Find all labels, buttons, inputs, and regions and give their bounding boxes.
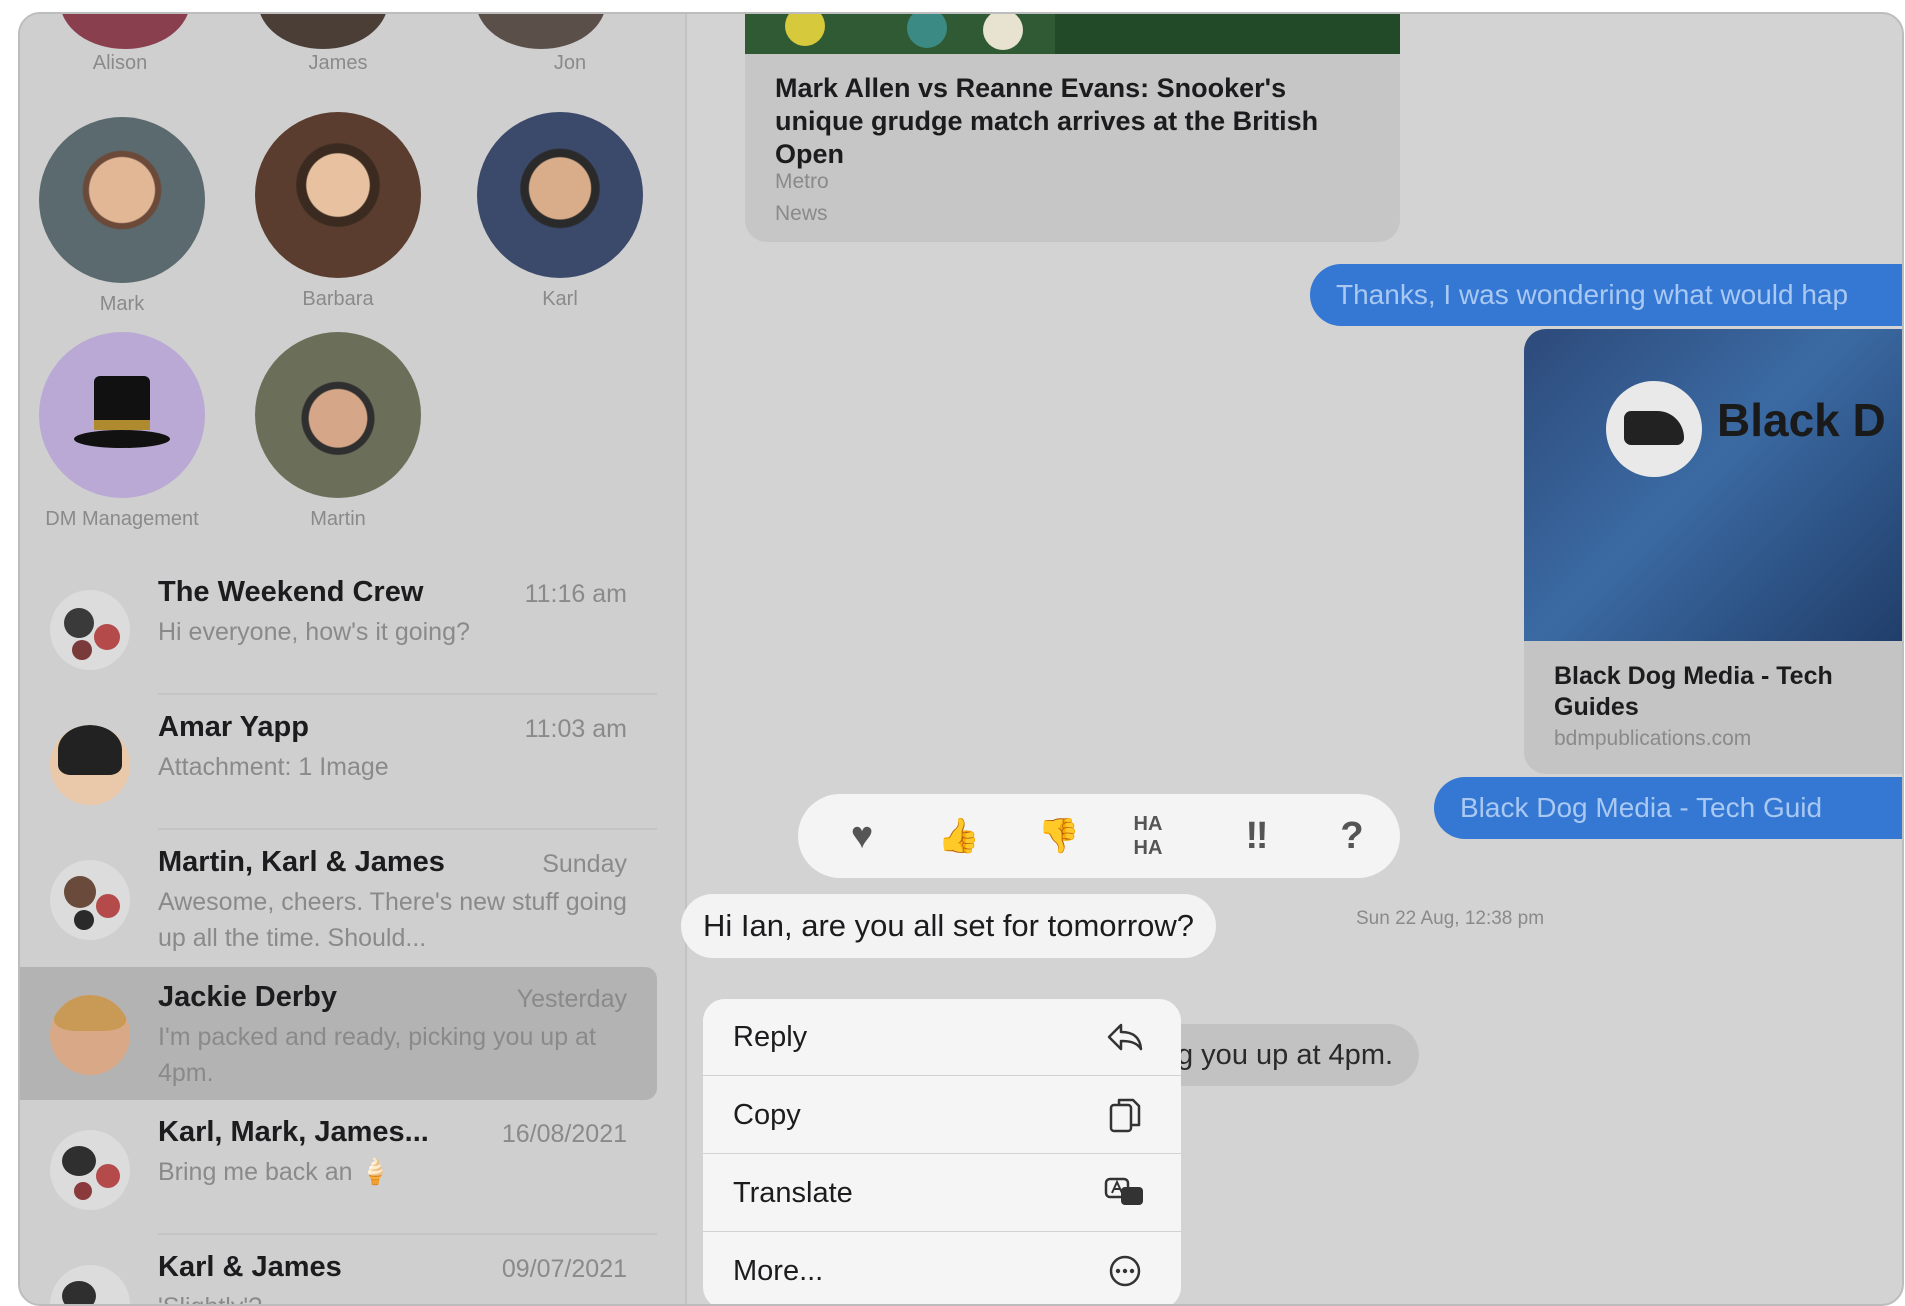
pinned-name: DM Management — [45, 508, 199, 530]
pinned-avatar-james[interactable] — [258, 14, 388, 49]
link-title: Black Dog Media - Tech Guides — [1554, 662, 1833, 721]
conversation-row[interactable]: Karl & James 09/07/2021 'Slightly'? — [20, 1237, 657, 1304]
heart-icon[interactable]: ♥ — [827, 794, 897, 878]
pinned-name: James — [308, 52, 368, 74]
exclamation-icon[interactable]: ‼ — [1222, 794, 1292, 878]
news-title: Mark Allen vs Reanne Evans: Snooker's un… — [775, 73, 1319, 169]
black-dog-logo-icon — [1606, 381, 1702, 477]
conversation-title: Jackie Derby — [158, 981, 337, 1013]
conversation-time: 11:03 am — [524, 715, 627, 743]
conversation-row[interactable]: Amar Yapp 11:03 am Attachment: 1 Image — [20, 697, 657, 830]
menu-item-reply[interactable]: Reply — [703, 999, 1181, 1076]
pinned-name: Jon — [553, 52, 587, 74]
conversation-title: The Weekend Crew — [158, 576, 424, 608]
conversation-title: Karl, Mark, James... — [158, 1116, 429, 1148]
sidebar: Alison James Jon Mark Barbara Karl DM Ma… — [20, 14, 685, 1304]
avatar — [39, 332, 205, 498]
sent-link-bubble[interactable]: Black Dog Media - Tech Guid — [1434, 777, 1902, 839]
pinned-name: Martin — [310, 508, 366, 530]
menu-item-label: Reply — [733, 1021, 808, 1053]
pinned-name: Alison — [92, 52, 148, 74]
pinned-name: Barbara — [302, 288, 374, 310]
menu-item-translate[interactable]: Translate — [703, 1155, 1181, 1232]
conversation-row[interactable]: The Weekend Crew 11:16 am Hi everyone, h… — [20, 562, 657, 695]
menu-item-copy[interactable]: Copy — [703, 1077, 1181, 1154]
conversation-time: 16/08/2021 — [501, 1120, 627, 1148]
menu-item-label: Translate — [733, 1177, 853, 1209]
menu-item-label: More... — [733, 1255, 824, 1287]
pinned-contact-dm-management[interactable]: DM Management — [20, 332, 242, 531]
divider — [158, 693, 657, 695]
avatar — [50, 995, 130, 1075]
conversation-row[interactable]: Martin, Karl & James Sunday Awesome, che… — [20, 832, 657, 965]
divider — [158, 1233, 657, 1235]
menu-item-more[interactable]: More... — [703, 1233, 1181, 1304]
conversation-preview: I'm packed and ready, picking you up at … — [158, 1023, 596, 1087]
link-preview-card[interactable]: Black D Black Dog Media - Tech Guides bd… — [1524, 329, 1902, 774]
pinned-contact-barbara[interactable]: Barbara — [218, 112, 458, 311]
group-avatar — [50, 860, 130, 940]
divider — [158, 828, 657, 830]
news-app-label: News — [775, 202, 828, 225]
avatar — [39, 117, 205, 283]
conversation-time: 11:16 am — [524, 580, 627, 608]
pinned-contact-martin[interactable]: Martin — [218, 332, 458, 531]
link-domain: bdmpublications.com — [1554, 727, 1752, 750]
conversation-preview: Hi everyone, how's it going? — [158, 618, 470, 646]
pinned-contact-karl[interactable]: Karl — [440, 112, 680, 311]
group-avatar — [50, 1265, 130, 1304]
conversation-preview: Bring me back an 🍦 — [158, 1158, 391, 1186]
messages-window: Alison James Jon Mark Barbara Karl DM Ma… — [18, 12, 1904, 1306]
haha-icon[interactable]: HA HA — [1123, 794, 1173, 878]
selected-message-bubble[interactable]: Hi Ian, are you all set for tomorrow? — [681, 894, 1217, 958]
thumbs-up-icon[interactable]: 👍 — [924, 794, 994, 878]
top-hat-icon — [74, 376, 170, 454]
conversation-title: Karl & James — [158, 1251, 342, 1283]
translate-icon — [1104, 1177, 1143, 1205]
conversation-time: 09/07/2021 — [501, 1255, 627, 1283]
conversation-time: Yesterday — [516, 985, 627, 1013]
conversation-row[interactable]: Karl, Mark, James... 16/08/2021 Bring me… — [20, 1102, 657, 1235]
news-source: Metro — [775, 170, 829, 193]
conversation-preview: Awesome, cheers. There's new stuff going… — [158, 888, 627, 952]
conversation-preview: Attachment: 1 Image — [158, 753, 389, 781]
conversation-title: Martin, Karl & James — [158, 846, 445, 878]
tapback-bar: ♥ 👍 👎 HA HA ‼ ? — [798, 794, 1400, 878]
pinned-avatar-jon[interactable] — [476, 14, 606, 49]
avatar — [255, 332, 421, 498]
conversation-time: Sunday — [542, 850, 627, 878]
avatar — [477, 112, 643, 278]
more-icon — [1109, 1255, 1141, 1287]
context-menu: Reply Copy Translate More... — [703, 999, 1181, 1304]
pinned-contact-mark[interactable]: Mark — [20, 117, 242, 316]
question-icon[interactable]: ? — [1317, 794, 1387, 878]
news-image — [745, 14, 1400, 54]
group-avatar — [50, 1130, 130, 1210]
avatar — [255, 112, 421, 278]
reply-icon — [1107, 1023, 1143, 1051]
copy-icon — [1109, 1098, 1141, 1133]
pinned-name: Mark — [99, 293, 145, 315]
link-preview-image: Black D — [1524, 329, 1902, 641]
sent-message-bubble[interactable]: Thanks, I was wondering what would hap — [1310, 264, 1902, 326]
thumbs-down-icon[interactable]: 👎 — [1024, 794, 1094, 878]
news-link-card[interactable]: Mark Allen vs Reanne Evans: Snooker's un… — [745, 14, 1400, 242]
conversation-preview: 'Slightly'? — [158, 1289, 628, 1304]
logo-text: Black D — [1717, 394, 1886, 446]
pinned-avatar-alison[interactable] — [60, 14, 190, 49]
pinned-name: Karl — [542, 288, 578, 310]
avatar — [50, 725, 130, 805]
conversation-row-selected[interactable]: Jackie Derby Yesterday I'm packed and re… — [20, 967, 657, 1100]
conversation-title: Amar Yapp — [158, 711, 309, 743]
message-timestamp: Sun 22 Aug, 12:38 pm — [1356, 908, 1545, 929]
group-avatar — [50, 590, 130, 670]
menu-item-label: Copy — [733, 1099, 801, 1131]
